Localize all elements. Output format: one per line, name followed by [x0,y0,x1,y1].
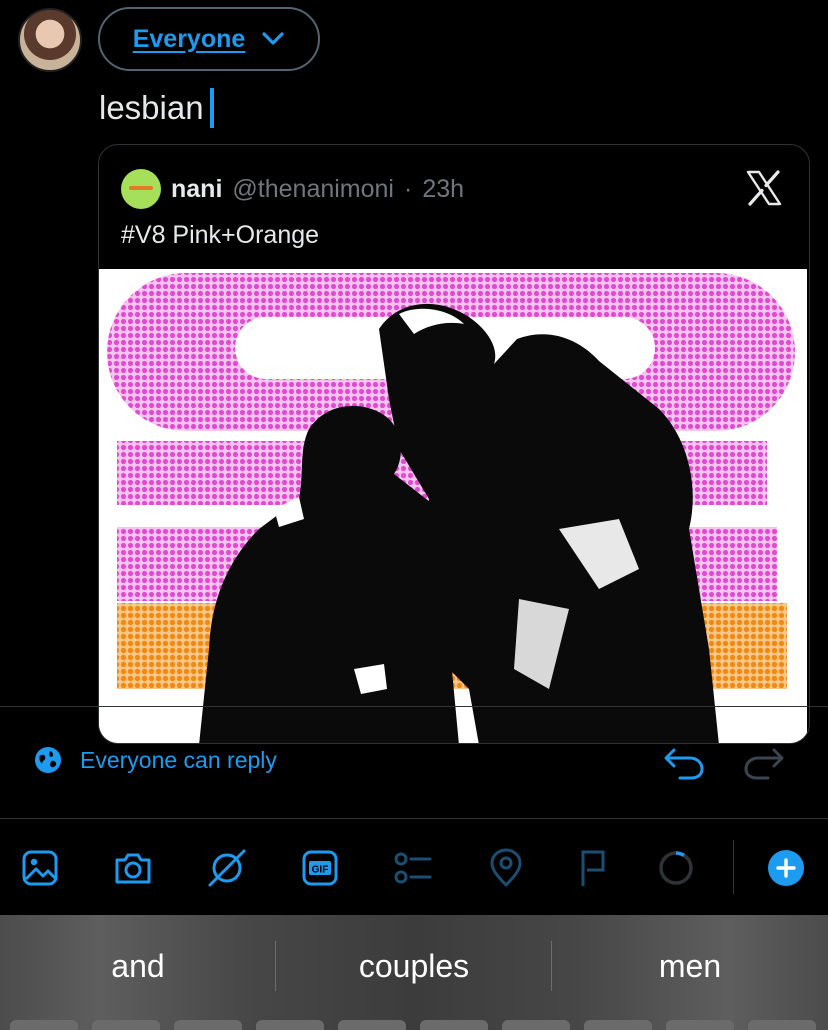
reply-settings-label: Everyone can reply [80,746,277,773]
divider [0,818,828,819]
keyboard-key[interactable] [174,1020,242,1030]
keyboard-key[interactable] [10,1020,78,1030]
add-post-icon[interactable] [766,848,806,888]
post-text-input[interactable]: lesbian [99,88,214,128]
poll-icon[interactable] [393,848,433,888]
composer-toolbar: GIF [0,820,828,915]
reply-settings-button[interactable]: Everyone can reply [34,746,277,774]
redo-icon[interactable] [742,742,786,782]
keyboard-key[interactable] [92,1020,160,1030]
keyboard-key[interactable] [748,1020,816,1030]
gif-icon[interactable]: GIF [300,848,340,888]
toolbar-divider [733,840,734,894]
quoted-tweet-header: nani @thenanimoni · 23h [121,169,464,209]
suggestion-item[interactable]: couples [276,915,552,1017]
quoted-tweet-card[interactable]: nani @thenanimoni · 23h #V8 Pink+Orange [98,144,810,744]
quoted-timestamp: 23h [422,174,465,203]
camera-icon[interactable] [113,848,153,888]
user-avatar[interactable] [18,8,82,72]
text-caret [209,88,214,128]
keyboard-key[interactable] [666,1020,734,1030]
keyboard-suggestion-bar: and couples men [0,915,828,1030]
gif-label: GIF [312,865,329,876]
audience-selector-button[interactable]: Everyone [98,7,320,71]
keyboard-key[interactable] [256,1020,324,1030]
audience-label: Everyone [132,24,246,53]
suggestion-item[interactable]: and [0,915,276,1017]
divider [0,706,828,707]
undo-icon[interactable] [662,742,706,782]
quoted-author-name: nani [171,174,223,203]
quoted-author-handle: @thenanimoni [232,174,394,203]
keyboard-key[interactable] [338,1020,406,1030]
schedule-icon[interactable] [572,848,612,888]
quoted-tweet-image[interactable] [99,269,807,743]
location-icon[interactable] [486,848,526,888]
x-logo-icon[interactable] [745,169,783,207]
globe-icon [35,747,61,773]
poster-artwork [99,269,807,743]
image-icon[interactable] [20,848,60,888]
chevron-down-icon [262,32,284,45]
keyboard-key[interactable] [420,1020,488,1030]
character-count-icon [656,848,696,888]
grok-icon[interactable] [207,848,247,888]
suggestion-item[interactable]: men [552,915,828,1017]
post-text: lesbian [99,89,204,126]
keyboard-key[interactable] [502,1020,570,1030]
keyboard-key[interactable] [584,1020,652,1030]
quoted-tweet-text: #V8 Pink+Orange [121,221,320,249]
quoted-author-avatar [121,169,161,209]
dot-separator: · [404,174,413,203]
